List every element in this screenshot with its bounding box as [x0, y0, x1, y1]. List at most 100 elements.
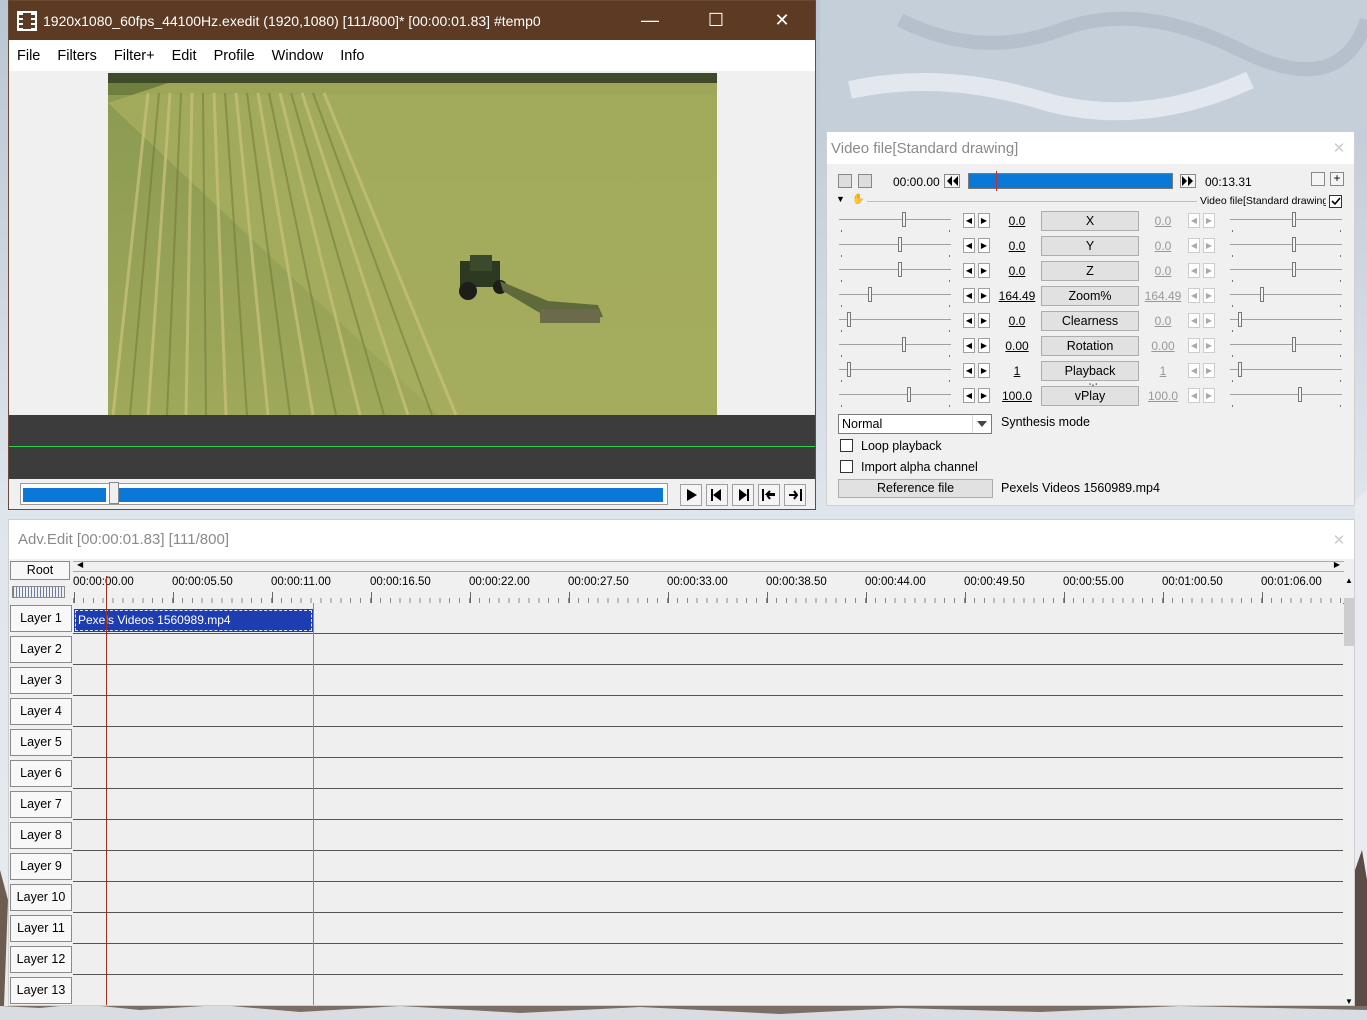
minimize-icon[interactable]: —	[617, 1, 683, 40]
param-name-button[interactable]: Z	[1041, 261, 1139, 281]
param-slider-knob[interactable]	[898, 237, 902, 252]
arrow-right-icon[interactable]: ▶	[978, 313, 990, 328]
param-slider-knob[interactable]	[898, 262, 902, 277]
seek-thumb[interactable]	[109, 482, 119, 504]
param-name-button[interactable]: Zoom%	[1041, 286, 1139, 306]
param-slider-track[interactable]	[839, 244, 951, 245]
param-slider-knob[interactable]	[847, 362, 851, 377]
root-button[interactable]: Root	[10, 561, 70, 580]
maximize-icon[interactable]: ☐	[683, 1, 749, 40]
section-enabled-checkbox[interactable]	[1329, 195, 1342, 208]
play-icon[interactable]	[680, 484, 702, 506]
import-alpha-row[interactable]: Import alpha channel	[840, 460, 978, 474]
close-icon[interactable]: ✕	[749, 1, 815, 40]
menu-edit[interactable]: Edit	[164, 48, 206, 64]
scroll-left-icon[interactable]: ◀	[77, 560, 83, 569]
param-start-value[interactable]: 1	[997, 364, 1037, 378]
next-frame-icon[interactable]	[732, 484, 754, 506]
time-ruler[interactable]: 00:00:00.00 00:00:05.50 00:00:11.00 00:00:1…	[73, 572, 1344, 604]
menu-profile[interactable]: Profile	[206, 48, 264, 64]
import-alpha-checkbox[interactable]	[840, 460, 853, 474]
fast-forward-icon[interactable]	[1180, 174, 1196, 188]
arrow-left-icon[interactable]: ◀	[963, 388, 975, 403]
param-slider-knob[interactable]	[907, 387, 911, 402]
param-start-value[interactable]: 0.0	[997, 239, 1037, 253]
param-name-button[interactable]: Y	[1041, 236, 1139, 256]
param-slider-track[interactable]	[839, 344, 951, 345]
playhead-line[interactable]	[106, 576, 107, 1005]
param-slider-knob[interactable]	[902, 212, 906, 227]
menu-file[interactable]: File	[9, 48, 49, 64]
param-slider-track[interactable]	[839, 319, 951, 320]
arrow-left-icon[interactable]: ◀	[963, 238, 975, 253]
scroll-up-icon[interactable]: ▲	[1345, 576, 1353, 585]
menu-info[interactable]: Info	[332, 48, 373, 64]
param-name-button[interactable]: vPlay	[1041, 386, 1139, 406]
arrow-right-icon[interactable]: ▶	[978, 388, 990, 403]
param-start-value[interactable]: 100.0	[997, 389, 1037, 403]
add-filter-icon[interactable]: +	[1330, 172, 1344, 186]
image-icon[interactable]	[838, 174, 852, 188]
param-start-value[interactable]: 0.0	[997, 264, 1037, 278]
layer-button[interactable]: Layer 12	[10, 946, 72, 973]
timeline-title-bar[interactable]: Adv.Edit [00:00:01.83] [111/800] ✕	[9, 520, 1354, 559]
hand-icon[interactable]: ✋	[852, 194, 864, 205]
param-slider-track[interactable]	[839, 219, 951, 220]
reference-file-button[interactable]: Reference file	[838, 479, 993, 498]
timeline-vertical-scrollbar[interactable]: ▲ ▼	[1343, 576, 1354, 1005]
arrow-right-icon[interactable]: ▶	[978, 288, 990, 303]
arrow-left-icon[interactable]: ◀	[963, 263, 975, 278]
loop-playback-row[interactable]: Loop playback	[840, 439, 942, 453]
go-end-icon[interactable]	[784, 484, 806, 506]
param-name-button[interactable]: Playback position	[1041, 361, 1139, 396]
param-start-value[interactable]: 0.00	[997, 339, 1037, 353]
main-title-bar[interactable]: 1920x1080_60fps_44100Hz.exedit (1920,108…	[9, 1, 815, 40]
loop-playback-checkbox[interactable]	[840, 439, 853, 453]
param-slider-track[interactable]	[839, 394, 951, 395]
zoom-slider[interactable]	[12, 586, 65, 598]
param-slider-knob[interactable]	[902, 337, 906, 352]
layer-button[interactable]: Layer 4	[10, 698, 72, 725]
param-slider-knob[interactable]	[868, 287, 872, 302]
layer-button[interactable]: Layer 2	[10, 636, 72, 663]
layer-button[interactable]: Layer 13	[10, 977, 72, 1004]
arrow-right-icon[interactable]: ▶	[978, 338, 990, 353]
scroll-down-icon[interactable]: ▼	[1345, 997, 1353, 1005]
param-slider-track[interactable]	[839, 369, 951, 370]
layer-button[interactable]: Layer 9	[10, 853, 72, 880]
arrow-left-icon[interactable]: ◀	[963, 313, 975, 328]
close-icon[interactable]: ✕	[1326, 527, 1352, 553]
arrow-left-icon[interactable]: ◀	[963, 363, 975, 378]
arrow-left-icon[interactable]: ◀	[963, 213, 975, 228]
layer-button[interactable]: Layer 10	[10, 884, 72, 911]
go-start-icon[interactable]	[758, 484, 780, 506]
layer-button[interactable]: Layer 7	[10, 791, 72, 818]
layer-button[interactable]: Layer 1	[10, 605, 72, 632]
arrow-right-icon[interactable]: ▶	[978, 238, 990, 253]
arrow-right-icon[interactable]: ▶	[978, 263, 990, 278]
menu-filters[interactable]: Filters	[49, 48, 105, 64]
settings-title-bar[interactable]: Video file[Standard drawing] ✕	[827, 132, 1354, 164]
timeline-clip[interactable]: Pexels Videos 1560989.mp4	[74, 609, 313, 632]
param-name-button[interactable]: X	[1041, 211, 1139, 231]
param-slider-knob[interactable]	[847, 312, 851, 327]
menu-window[interactable]: Window	[264, 48, 333, 64]
rewind-icon[interactable]	[944, 174, 960, 188]
arrow-right-icon[interactable]: ▶	[978, 213, 990, 228]
blend-mode-select[interactable]: Normal	[838, 414, 992, 434]
layer-button[interactable]: Layer 6	[10, 760, 72, 787]
frame-icon[interactable]	[858, 174, 872, 188]
layer-button[interactable]: Layer 3	[10, 667, 72, 694]
close-icon[interactable]: ✕	[1326, 135, 1352, 161]
scroll-right-icon[interactable]: ▶	[1334, 560, 1340, 569]
prev-frame-icon[interactable]	[706, 484, 728, 506]
vertical-scroll-thumb[interactable]	[1344, 598, 1354, 646]
menu-filter-plus[interactable]: Filter+	[106, 48, 164, 64]
arrow-left-icon[interactable]: ◀	[963, 288, 975, 303]
arrow-right-icon[interactable]: ▶	[978, 363, 990, 378]
layer-button[interactable]: Layer 5	[10, 729, 72, 756]
layer-button[interactable]: Layer 8	[10, 822, 72, 849]
param-slider-track[interactable]	[839, 294, 951, 295]
object-position-bar[interactable]	[968, 171, 1173, 191]
timeline-horizontal-scrollbar[interactable]: ◀ ▶	[73, 560, 1344, 572]
